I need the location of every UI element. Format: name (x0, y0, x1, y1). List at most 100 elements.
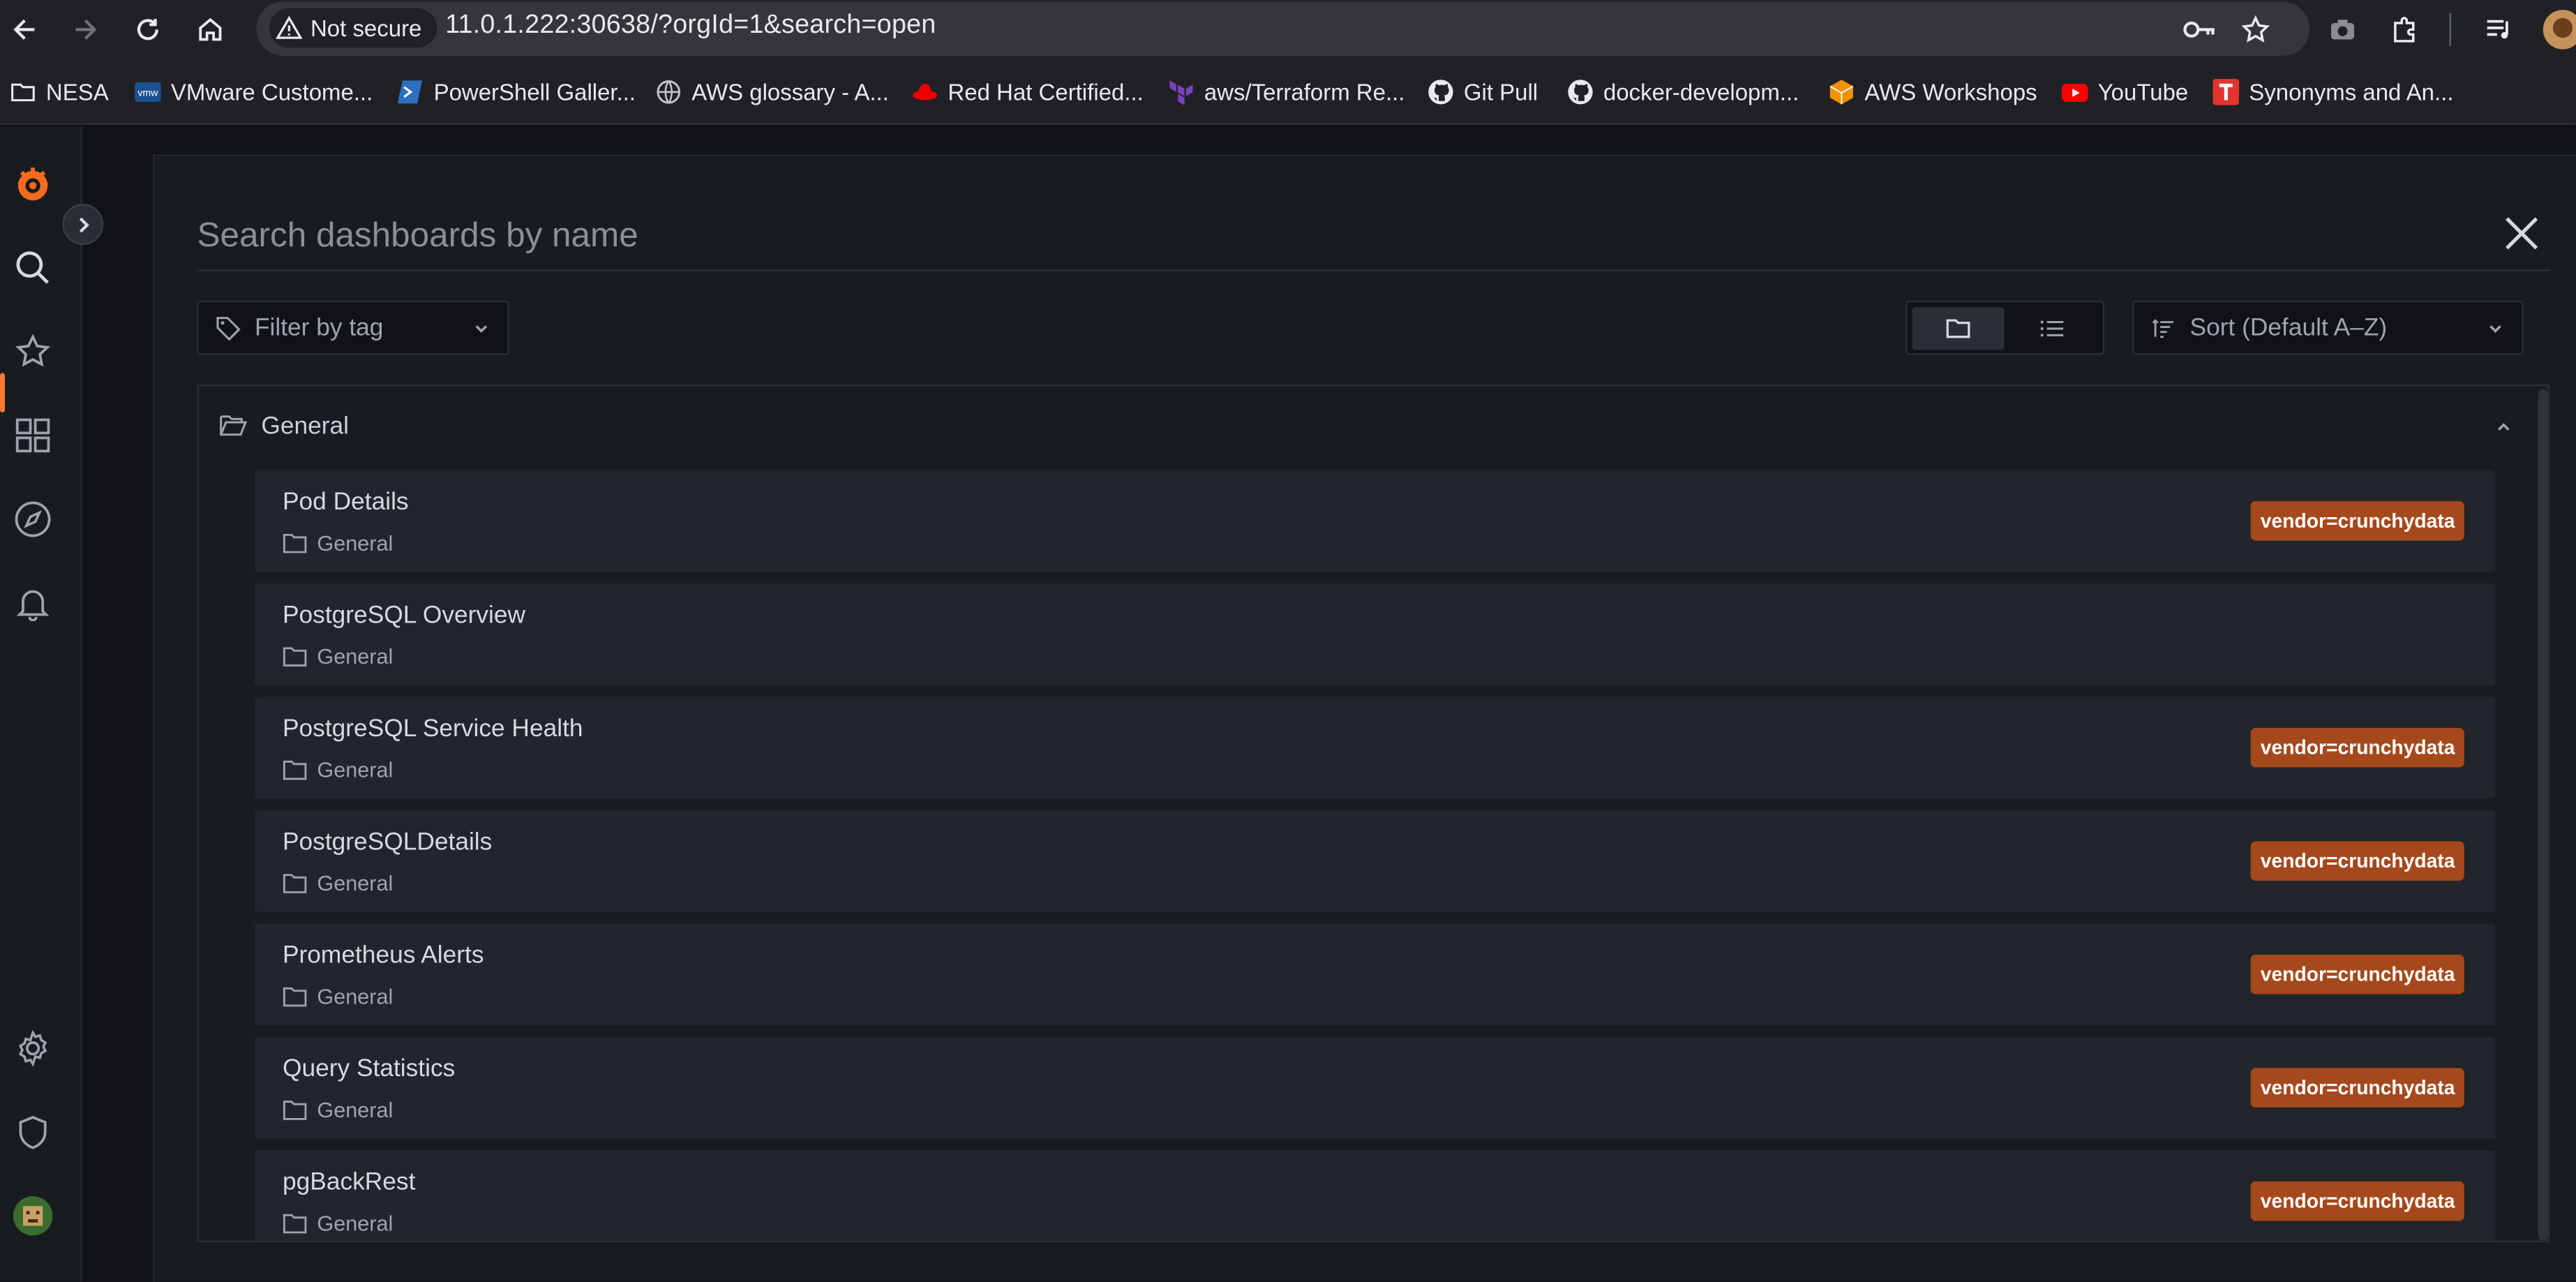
close-icon (2506, 217, 2538, 250)
powershell-icon (397, 79, 424, 105)
chevron-right-icon (78, 216, 89, 232)
back-button[interactable] (5, 10, 45, 50)
dashboard-title: Query Statistics (282, 1054, 456, 1083)
search-bar (197, 195, 2550, 271)
dashboard-card[interactable]: PostgreSQLDetails General vendor=crunchy… (254, 810, 2496, 912)
reading-list-button[interactable] (2479, 10, 2519, 50)
bookmark-label: aws/Terraform Re... (1204, 79, 1405, 105)
dashboard-card[interactable]: PostgreSQL Overview General (254, 583, 2496, 685)
dashboard-location: General (283, 531, 393, 556)
aws-cube-icon (1829, 79, 1855, 105)
reload-button[interactable] (128, 10, 168, 50)
dashboard-folder-name: General (317, 1211, 394, 1236)
nav-profile[interactable] (11, 1195, 54, 1237)
bookmark-label: PowerShell Galler... (433, 79, 636, 105)
nav-server-admin[interactable] (11, 1111, 54, 1154)
playlist-icon (2487, 20, 2508, 39)
tag-filter-placeholder: Filter by tag (254, 313, 384, 342)
dashboard-card[interactable]: PostgreSQL Service Health General vendor… (254, 696, 2496, 799)
sidebar-expand-button[interactable] (62, 203, 104, 245)
nav-search[interactable] (11, 246, 54, 289)
thesaurus-icon (2212, 79, 2240, 105)
extensions-button[interactable] (2386, 10, 2425, 50)
bookmark-item[interactable]: AWS Workshops (1829, 77, 2037, 107)
view-mode-toggle (1905, 300, 2105, 355)
folder-collapse-button[interactable] (2492, 416, 2515, 439)
tag-icon (216, 315, 241, 341)
youtube-icon (2061, 79, 2088, 105)
url-text[interactable]: 11.0.1.222:30638/?orgId=1&search=open (445, 11, 936, 40)
folder-icon (10, 79, 36, 105)
browser-toolbar: Not secure 11.0.1.222:30638/?orgId=1&sea… (0, 0, 2576, 59)
forward-button[interactable] (66, 10, 105, 50)
nav-alerting[interactable] (11, 581, 54, 624)
dashboard-folder-name: General (317, 870, 394, 896)
screen: Not secure 11.0.1.222:30638/?orgId=1&sea… (0, 0, 2576, 1282)
screenshot-button[interactable] (2323, 10, 2362, 50)
bookmark-star-button[interactable] (2236, 10, 2275, 50)
folder-icon (283, 533, 307, 553)
dashboard-card[interactable]: Prometheus Alerts General vendor=crunchy… (254, 923, 2496, 1026)
github-icon (1428, 79, 1454, 105)
dashboard-tag[interactable]: vendor=crunchydata (2250, 1181, 2465, 1221)
gear-icon (18, 1029, 47, 1067)
folder-icon (283, 1101, 307, 1120)
shield-icon (19, 1116, 47, 1149)
dashboard-folder-name: General (317, 984, 394, 1009)
puzzle-icon (2394, 17, 2415, 43)
nav-configuration[interactable] (11, 1027, 54, 1070)
bookmark-item[interactable]: vmw VMware Custome... (135, 77, 373, 107)
bookmark-item[interactable]: Git Pull (1428, 77, 1538, 107)
dashboard-folder-name: General (317, 757, 394, 782)
results-scrollbar[interactable] (2538, 389, 2548, 1241)
nav-dashboards[interactable] (11, 414, 54, 456)
sort-label: Sort (Default A–Z) (2189, 313, 2388, 342)
bookmark-item[interactable]: AWS glossary - A... (655, 77, 889, 107)
github-icon (1567, 79, 1594, 105)
bookmarks-bar: NESA vmw VMware Custome... PowerShell Ga… (0, 59, 2576, 125)
dashboard-tag[interactable]: vendor=crunchydata (2250, 728, 2465, 768)
folder-view-button[interactable] (1912, 307, 2005, 350)
vmware-icon: vmw (135, 79, 161, 105)
dashboard-tag[interactable]: vendor=crunchydata (2250, 1068, 2465, 1108)
search-input[interactable] (197, 211, 2333, 262)
dashboard-card[interactable]: Query Statistics General vendor=crunchyd… (254, 1036, 2496, 1139)
bookmark-label: AWS glossary - A... (691, 79, 889, 105)
folder-icon (283, 647, 307, 666)
profile-avatar[interactable] (2543, 10, 2576, 50)
home-button[interactable] (190, 10, 230, 50)
grafana-logo[interactable] (11, 163, 54, 205)
password-key-button[interactable] (2180, 10, 2219, 50)
bell-icon (16, 590, 50, 622)
dashboard-tag[interactable]: vendor=crunchydata (2250, 841, 2465, 881)
sort-select[interactable]: Sort (Default A–Z) (2132, 300, 2524, 355)
bookmark-label: YouTube (2097, 79, 2189, 105)
dashboard-title: pgBackRest (282, 1168, 416, 1197)
security-label: Not secure (310, 15, 422, 41)
star-icon (2241, 15, 2270, 43)
bookmark-item[interactable]: NESA (10, 77, 109, 107)
dashboard-title: PostgreSQL Overview (282, 601, 526, 629)
security-chip[interactable]: Not secure (269, 8, 437, 48)
bookmark-item[interactable]: PowerShell Galler... (397, 77, 636, 107)
dashboard-title: PostgreSQLDetails (282, 828, 493, 856)
dashboard-location: General (283, 871, 393, 895)
dashboard-card[interactable]: Pod Details General vendor=crunchydata (254, 470, 2496, 572)
close-search-button[interactable] (2499, 210, 2545, 256)
tag-filter-select[interactable]: Filter by tag (197, 300, 509, 355)
dashboard-tag[interactable]: vendor=crunchydata (2250, 954, 2465, 994)
nav-explore[interactable] (11, 498, 54, 540)
bookmark-item[interactable]: aws/Terraform Re... (1168, 77, 1405, 107)
bookmark-item[interactable]: Red Hat Certified... (912, 77, 1144, 107)
bookmark-item[interactable]: docker-developm... (1567, 77, 1799, 107)
dashboard-title: PostgreSQL Service Health (282, 715, 583, 743)
nav-starred[interactable] (11, 330, 54, 373)
dashboard-card[interactable]: pgBackRest General vendor=crunchydata (254, 1150, 2496, 1241)
bookmark-item[interactable]: YouTube (2061, 77, 2189, 107)
dashboard-tag[interactable]: vendor=crunchydata (2250, 501, 2465, 541)
chevron-up-icon (2497, 423, 2510, 431)
folder-section-header[interactable]: General (199, 386, 2531, 468)
list-view-button[interactable] (2006, 307, 2098, 350)
bookmark-item[interactable]: Synonyms and An... (2212, 77, 2454, 107)
toolbar-divider (2449, 13, 2451, 46)
